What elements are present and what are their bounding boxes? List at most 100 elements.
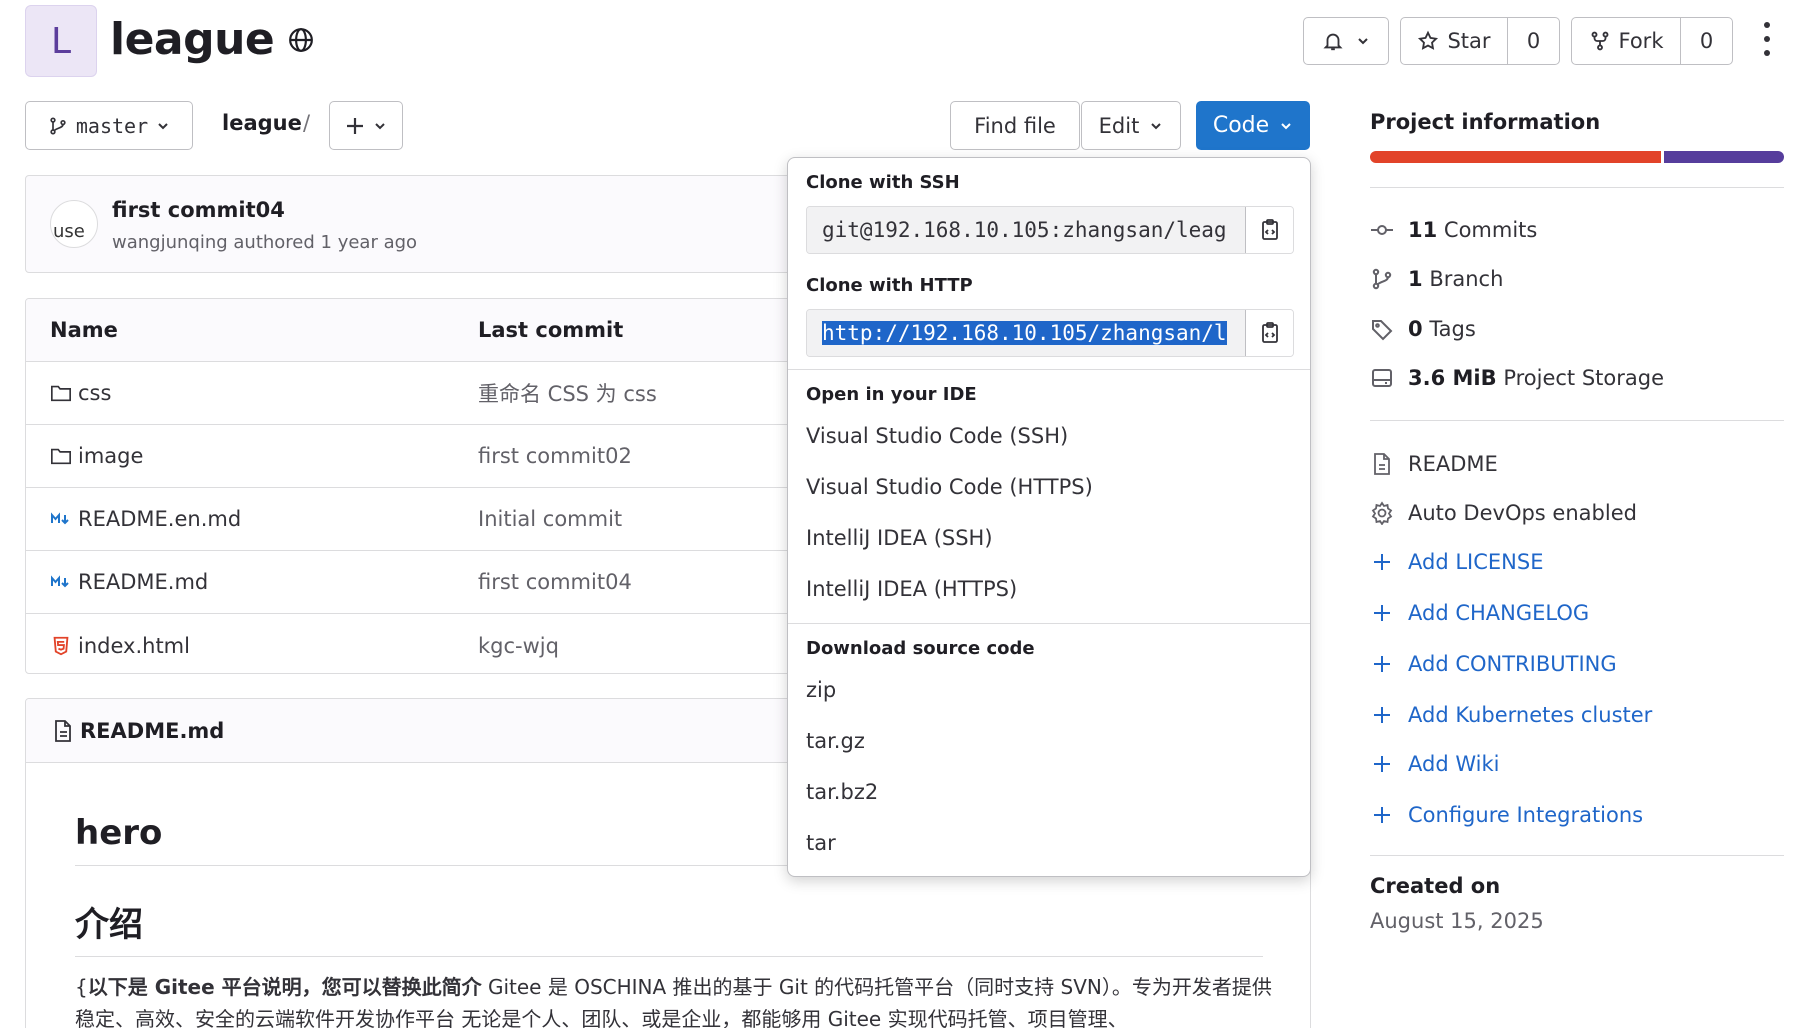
table-header: Name Last commit [26,299,794,362]
fork-button-group[interactable]: Fork 0 [1571,17,1733,65]
storage-size: 3.6 MiB [1408,366,1497,390]
download-tar-bz2[interactable]: tar.bz2 [806,780,878,804]
sidebar-readme[interactable]: README [1370,452,1498,476]
chevron-down-icon [158,122,168,129]
readme-link-label: README [1408,452,1498,476]
add-kubernetes-label: Add Kubernetes cluster [1408,703,1653,727]
language-bar-css [1664,151,1784,163]
edit-button[interactable]: Edit [1081,101,1181,150]
clone-http-url-wrap[interactable]: http://192.168.10.105/zhangsan/l [807,310,1245,356]
sidebar-commits[interactable]: 11 Commits [1370,218,1537,242]
ide-intellij-ssh[interactable]: IntelliJ IDEA (SSH) [806,526,993,550]
table-row[interactable]: README.en.md Initial commit [26,488,794,551]
copy-http-button[interactable] [1245,310,1293,356]
plus-icon [1374,605,1390,621]
copy-ssh-button[interactable] [1245,207,1293,253]
file-name[interactable]: css [78,381,111,405]
html5-icon [53,636,69,655]
find-file-button[interactable]: Find file [950,101,1080,150]
fork-count[interactable]: 0 [1680,18,1732,64]
star-button-group[interactable]: Star 0 [1400,17,1560,65]
sidebar-devops[interactable]: Auto DevOps enabled [1370,501,1637,525]
project-title: league [110,14,314,65]
sidebar-divider [1370,855,1784,856]
storage-icon [1372,369,1392,387]
clone-http-url[interactable]: http://192.168.10.105/zhangsan/l [822,321,1227,345]
code-button[interactable]: Code [1196,101,1310,150]
download-tar[interactable]: tar [806,831,836,855]
tags-label: Tags [1429,317,1476,341]
notification-button[interactable] [1303,17,1389,65]
sidebar-storage[interactable]: 3.6 MiB Project Storage [1370,366,1664,390]
branch-icon [1372,268,1392,290]
add-contributing-link[interactable]: Add CONTRIBUTING [1370,652,1617,676]
file-name[interactable]: index.html [78,634,190,658]
breadcrumb-root[interactable]: league [222,111,302,135]
add-changelog-link[interactable]: Add CHANGELOG [1370,601,1589,625]
configure-integrations-link[interactable]: Configure Integrations [1370,803,1643,827]
file-last-commit[interactable]: first commit02 [478,444,632,468]
branch-label: Branch [1429,267,1504,291]
plus-icon [1374,707,1390,723]
table-row[interactable]: README.md first commit04 [26,551,794,614]
chevron-down-icon [1358,38,1368,45]
branch-selector[interactable]: master [25,101,193,150]
file-last-commit[interactable]: kgc-wjq [478,634,559,658]
add-license-link[interactable]: Add LICENSE [1370,550,1543,574]
author-avatar[interactable]: use [50,200,98,248]
file-last-commit[interactable]: Initial commit [478,507,622,531]
add-wiki-link[interactable]: Add Wiki [1370,752,1499,776]
download-tar-gz[interactable]: tar.gz [806,729,865,753]
dropdown-divider [788,623,1310,624]
sidebar-branch[interactable]: 1 Branch [1370,267,1503,291]
table-row[interactable]: image first commit02 [26,425,794,488]
clipboard-icon [1261,219,1278,240]
clone-ssh-url[interactable]: git@192.168.10.105:zhangsan/leag [807,207,1245,253]
tags-count: 0 [1408,317,1423,341]
commit-title[interactable]: first commit04 [112,198,285,222]
ide-vscode-https[interactable]: Visual Studio Code (HTTPS) [806,475,1093,499]
sidebar-tags[interactable]: 0 Tags [1370,317,1476,341]
file-name[interactable]: image [78,444,143,468]
star-count[interactable]: 0 [1507,18,1559,64]
ide-vscode-ssh[interactable]: Visual Studio Code (SSH) [806,424,1068,448]
chevron-down-icon [1151,122,1162,129]
project-avatar[interactable]: L [25,5,97,77]
add-wiki-label: Add Wiki [1408,752,1500,776]
open-ide-label: Open in your IDE [806,384,977,405]
add-dropdown-button[interactable] [329,101,403,150]
star-button[interactable]: Star [1401,18,1507,64]
breadcrumb-separator: / [303,111,311,135]
add-license-label: Add LICENSE [1408,550,1544,574]
file-name[interactable]: README.en.md [78,507,241,531]
star-label: Star [1447,29,1491,53]
table-row[interactable]: css 重命名 CSS 为 css [26,362,794,425]
more-actions-icon[interactable] [1762,22,1772,56]
folder-icon [51,385,71,402]
dropdown-divider [788,369,1310,370]
file-table: Name Last commit css 重命名 CSS 为 css image… [25,298,795,674]
add-kubernetes-link[interactable]: Add Kubernetes cluster [1370,703,1652,727]
folder-icon [51,448,71,465]
markdown-icon [51,575,69,588]
file-last-commit[interactable]: first commit04 [478,570,632,594]
code-label: Code [1212,113,1270,138]
globe-icon [289,27,314,52]
commit-icon [1371,225,1393,235]
fork-button[interactable]: Fork [1572,18,1680,64]
clone-ssh-field[interactable]: git@192.168.10.105:zhangsan/leag [806,206,1294,254]
readme-filename[interactable]: README.md [80,719,224,743]
plus-icon [347,117,363,134]
clone-http-field[interactable]: http://192.168.10.105/zhangsan/l [806,309,1294,357]
column-name: Name [50,318,118,342]
clone-http-label: Clone with HTTP [806,275,973,296]
download-zip[interactable]: zip [806,678,836,702]
file-name[interactable]: README.md [78,570,208,594]
commit-meta: wangjunqing authored 1 year ago [112,232,418,253]
readme-paragraph: {以下是 Gitee 平台说明，您可以替换此简介 Gitee 是 OSCHINA… [75,971,1285,1028]
created-on-date: August 15, 2025 [1370,909,1544,933]
table-row[interactable]: index.html kgc-wjq [26,614,794,673]
plus-icon [1374,554,1390,570]
ide-intellij-https[interactable]: IntelliJ IDEA (HTTPS) [806,577,1017,601]
file-last-commit[interactable]: 重命名 CSS 为 css [478,378,657,408]
